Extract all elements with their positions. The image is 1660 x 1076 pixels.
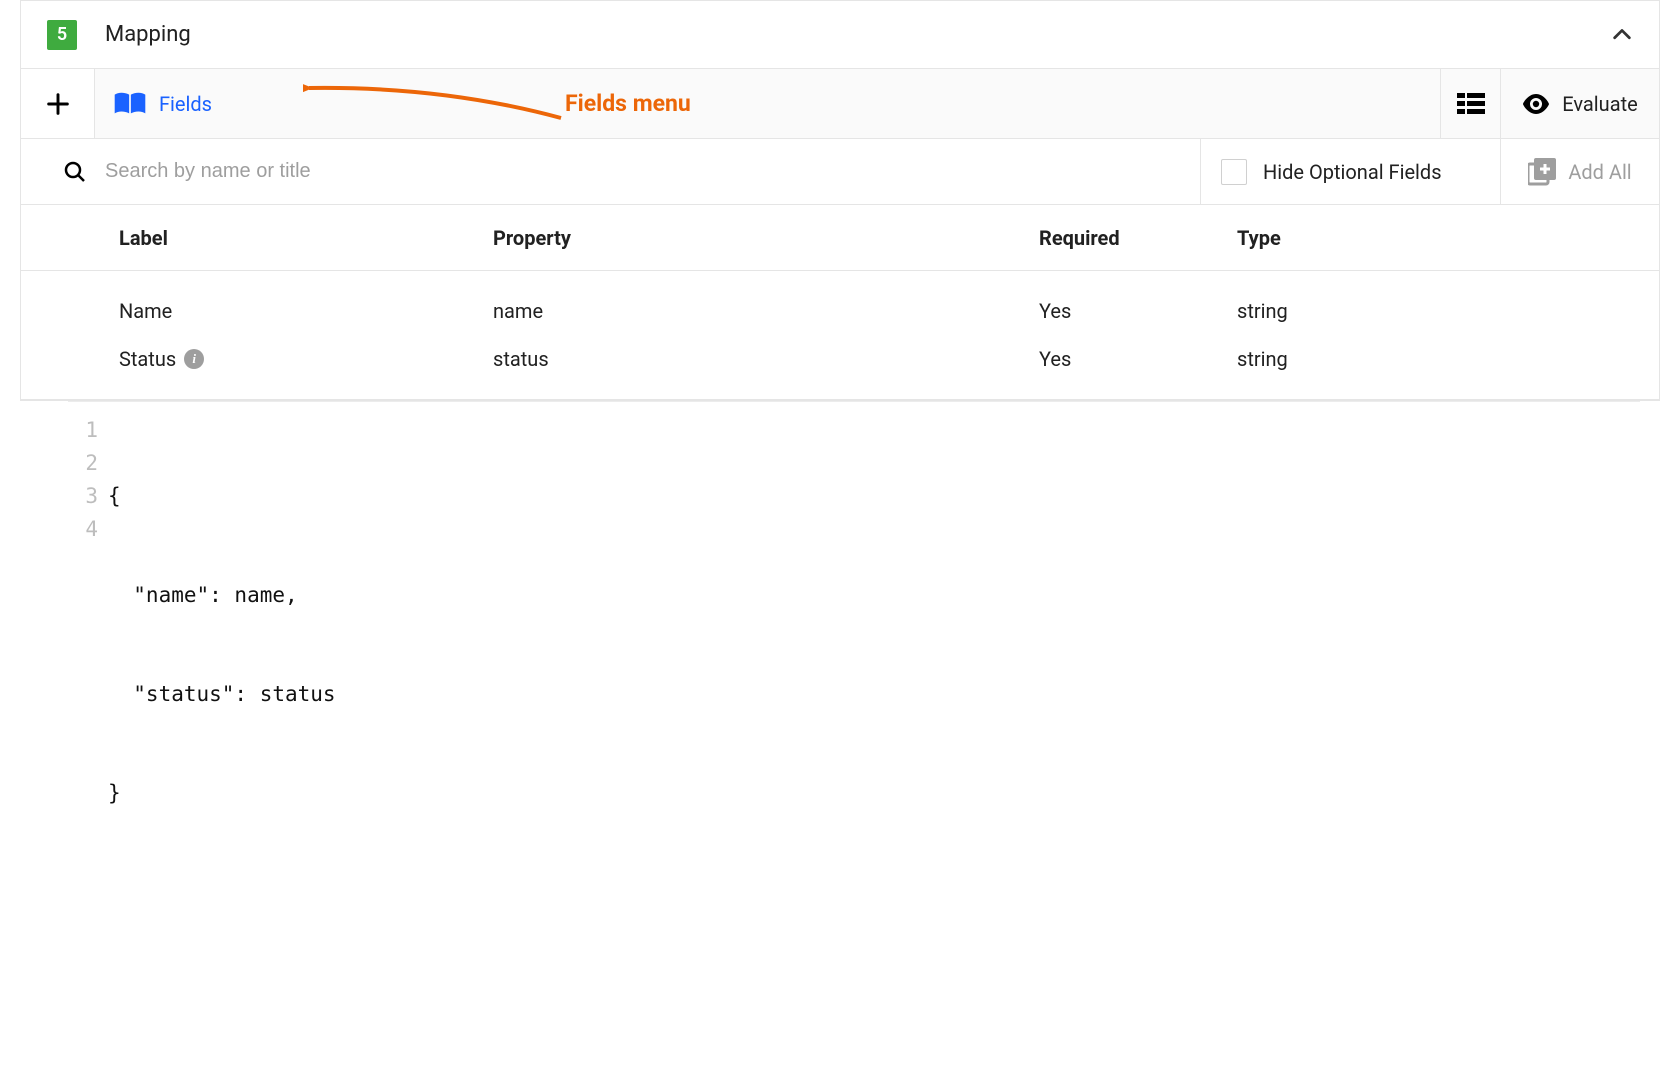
row-required: Yes: [1039, 347, 1237, 371]
add-all-label: Add All: [1568, 160, 1631, 184]
hide-optional-toggle[interactable]: Hide Optional Fields: [1201, 139, 1501, 204]
code-editor[interactable]: 1234 { "name": name, "status": status }: [68, 401, 1640, 881]
row-type: string: [1237, 347, 1659, 371]
row-type: string: [1237, 299, 1659, 323]
hide-optional-checkbox[interactable]: [1221, 159, 1247, 185]
layout-toggle-button[interactable]: [1441, 69, 1501, 138]
hide-optional-label: Hide Optional Fields: [1263, 160, 1442, 184]
search-icon: [63, 160, 87, 184]
code-gutter: 1234: [68, 414, 108, 881]
table-header: Label Property Required Type: [21, 205, 1659, 271]
step-number: 5: [57, 24, 67, 45]
add-button[interactable]: [21, 69, 95, 138]
code-line: "status": status: [108, 678, 1640, 711]
row-label: Status: [119, 347, 176, 371]
search-row: Hide Optional Fields Add All: [21, 139, 1659, 205]
section-header[interactable]: 5 Mapping: [21, 1, 1659, 69]
fields-label: Fields: [159, 92, 212, 116]
code-line: {: [108, 480, 1640, 513]
code-line: "name": name,: [108, 579, 1640, 612]
annotation-arrow: Fields menu: [303, 78, 691, 130]
table-body: Name name Yes string Status i status Yes…: [21, 271, 1659, 400]
search-input[interactable]: [105, 160, 1200, 183]
col-header-label: Label: [119, 226, 493, 250]
row-property: name: [493, 299, 1039, 323]
evaluate-label: Evaluate: [1562, 92, 1637, 116]
row-required: Yes: [1039, 299, 1237, 323]
step-badge: 5: [47, 20, 77, 50]
row-property: status: [493, 347, 1039, 371]
info-icon[interactable]: i: [184, 349, 204, 369]
col-header-property: Property: [493, 226, 1039, 250]
chevron-up-icon[interactable]: [1611, 24, 1633, 46]
col-header-required: Required: [1039, 226, 1237, 250]
table-row[interactable]: Name name Yes string: [21, 287, 1659, 335]
add-all-button[interactable]: Add All: [1501, 139, 1659, 204]
add-all-icon: [1528, 158, 1556, 186]
annotation-label: Fields menu: [565, 90, 691, 117]
toolbar: Fields Fields menu: [21, 69, 1659, 139]
section-title: Mapping: [105, 22, 1583, 47]
book-icon: [113, 91, 147, 117]
row-label: Name: [119, 299, 172, 323]
fields-menu-button[interactable]: Fields Fields menu: [95, 69, 1441, 138]
evaluate-button[interactable]: Evaluate: [1501, 69, 1659, 138]
table-row[interactable]: Status i status Yes string: [21, 335, 1659, 383]
col-header-type: Type: [1237, 226, 1659, 250]
eye-icon: [1522, 94, 1550, 114]
code-content[interactable]: { "name": name, "status": status }: [108, 414, 1640, 881]
code-line: }: [108, 777, 1640, 810]
